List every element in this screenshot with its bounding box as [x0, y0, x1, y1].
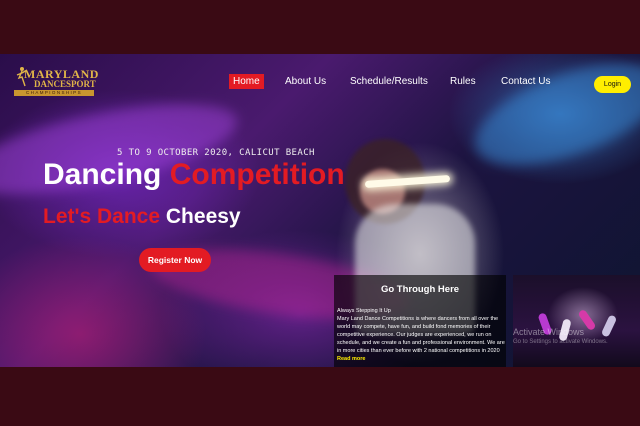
windows-activation-title: Activate Windows	[513, 327, 585, 337]
hero-title-red: Competition	[169, 158, 345, 191]
nav-about-us[interactable]: About Us	[285, 76, 326, 87]
hero-subtitle: Let's Dance Cheesy	[43, 205, 241, 229]
hero-title: Dancing Competition	[43, 158, 345, 192]
nav-contact-us[interactable]: Contact Us	[501, 76, 550, 87]
logo-name-line2: DANCESPORT	[34, 79, 96, 89]
panel-subtitle: Always Stepping It Up	[337, 308, 391, 314]
windows-activation-hint: Go to Settings to activate Windows.	[513, 339, 608, 345]
thumbnail-dancer	[600, 314, 618, 338]
panel-body: Mary Land Dance Competitions is where da…	[337, 315, 505, 363]
letterbox-top	[0, 0, 640, 54]
letterbox-bottom	[0, 367, 640, 426]
login-button[interactable]: Login	[594, 76, 631, 93]
hero-subtitle-red: Let's Dance	[43, 205, 161, 228]
light-streak-blue	[462, 54, 640, 186]
panel-title: Go Through Here	[380, 284, 460, 295]
hero-section: MARYLAND DANCESPORT CHAMPIONSHIPS Home A…	[0, 54, 640, 367]
logo-name-line3: CHAMPIONSHIPS	[14, 90, 94, 96]
nav-home[interactable]: Home	[229, 74, 264, 89]
panel-body-text: Mary Land Dance Competitions is where da…	[337, 316, 505, 354]
register-now-button[interactable]: Register Now	[139, 248, 211, 272]
hero-title-white: Dancing	[43, 158, 162, 191]
nav-schedule-results[interactable]: Schedule/Results	[350, 76, 428, 87]
dance-photo-thumbnail	[513, 275, 640, 367]
info-panel: Go Through Here Always Stepping It Up Ma…	[334, 275, 506, 367]
brand-logo[interactable]: MARYLAND DANCESPORT CHAMPIONSHIPS	[14, 64, 98, 98]
nav-rules[interactable]: Rules	[450, 76, 476, 87]
hero-subtitle-white: Cheesy	[165, 205, 241, 228]
read-more-link[interactable]: Read more	[337, 356, 365, 362]
event-info: 5 TO 9 OCTOBER 2020, CALICUT BEACH	[117, 148, 315, 158]
